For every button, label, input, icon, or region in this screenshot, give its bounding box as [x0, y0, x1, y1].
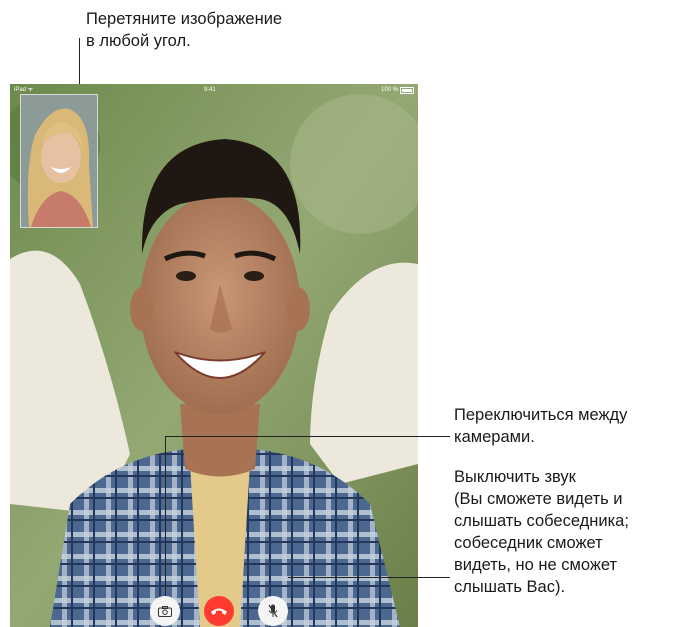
leader-line-switch-vertical — [165, 436, 166, 596]
switch-camera-button[interactable] — [150, 596, 180, 626]
leader-line-mute — [288, 577, 450, 578]
clock: 9:41 — [204, 87, 216, 93]
end-call-button[interactable] — [204, 596, 234, 626]
callout-line: камерами. — [454, 428, 535, 446]
facetime-call-screen: iPad ᯤ 9:41 100 % — [10, 84, 418, 627]
drag-preview-callout: Перетяните изображение в любой угол. — [86, 8, 346, 52]
mute-callout: Выключить звук (Вы сможете видеть и слыш… — [454, 466, 669, 598]
callout-line: слышать собеседника; — [454, 512, 629, 530]
battery-icon — [400, 86, 414, 94]
camera-switch-icon — [158, 605, 172, 617]
microphone-icon — [268, 604, 278, 618]
mute-button[interactable] — [258, 596, 288, 626]
callout-line: в любой угол. — [86, 32, 191, 50]
callout-line: (Вы сможете видеть и — [454, 490, 623, 508]
battery-status: 100 % — [381, 84, 414, 96]
battery-percent: 100 % — [380, 87, 398, 93]
self-view-preview[interactable] — [20, 94, 98, 228]
callout-line: собеседник сможет — [454, 534, 603, 552]
callout-line: слышать Вас). — [454, 578, 566, 596]
callout-line: Переключиться между — [454, 406, 628, 424]
phone-down-icon — [211, 608, 227, 615]
callout-line: Перетяните изображение — [86, 10, 283, 28]
self-view-image — [21, 95, 97, 227]
switch-camera-callout: Переключиться между камерами. — [454, 404, 669, 448]
leader-line-switch — [165, 436, 450, 437]
callout-line: видеть, но не сможет — [454, 556, 618, 574]
callout-line: Выключить звук — [454, 468, 576, 486]
